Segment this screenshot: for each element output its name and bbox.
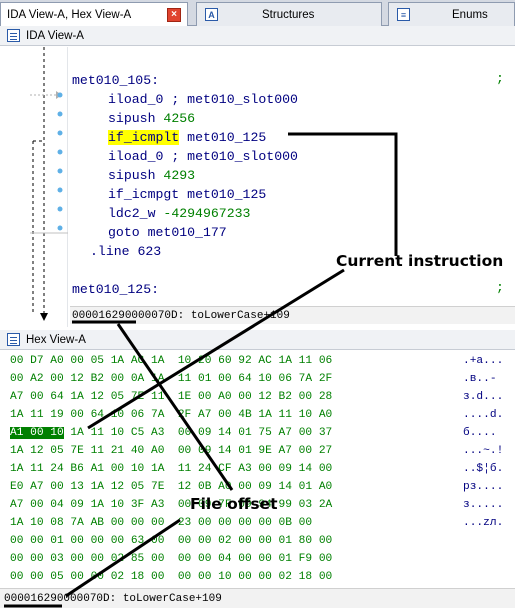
tab-ida-hex-view[interactable]: IDA View-A, Hex View-A ×: [0, 2, 188, 27]
hex-row[interactable]: 00 D7 A0 00 05 1A AC 1A 10 20 60 92 AC 1…: [10, 353, 332, 369]
ida-disassembly-pane[interactable]: met010_105: ; iload_0 ; met010_slot000 s…: [0, 47, 515, 327]
ascii-column: ...zл.: [463, 517, 504, 529]
ida-location: 0000070D: toLowerCase+109: [124, 309, 290, 322]
code-label[interactable]: met010_125:: [72, 282, 159, 297]
hex-dump-pane[interactable]: 00 D7 A0 00 05 1A AC 1A 10 20 60 92 AC 1…: [0, 351, 515, 588]
hex-file-offset: 00001629: [4, 592, 57, 605]
tab-bar: IDA View-A, Hex View-A × A Structures ≡ …: [0, 0, 515, 27]
hex-row[interactable]: 1A 11 24 B6 A1 00 10 1A 11 24 CF A3 00 0…: [10, 461, 332, 477]
flow-arrows-gutter: [0, 47, 68, 327]
code-line[interactable]: if_icmpgt met010_125: [108, 185, 266, 204]
ascii-column: ....d.: [463, 409, 504, 421]
hex-row[interactable]: 00 00 03 00 00 02 85 00 00 00 04 00 00 0…: [10, 551, 332, 567]
opcode: goto: [108, 225, 140, 240]
comment-marker: ;: [496, 280, 504, 295]
hex-row[interactable]: 1A 11 19 00 64 10 06 7A 2F A7 00 4B 1A 1…: [10, 407, 332, 423]
line-directive: .line 623: [90, 242, 161, 261]
hex-view-title: Hex View-A: [26, 333, 86, 346]
ascii-column: рз....: [463, 481, 504, 493]
operand[interactable]: met010_177: [148, 225, 227, 240]
code-line[interactable]: iload_0 ; met010_slot000: [108, 147, 298, 166]
operand[interactable]: met010_125: [187, 130, 266, 145]
file-offset-callout: File offset: [190, 495, 278, 513]
current-instruction-callout: Current instruction: [336, 252, 504, 270]
directive-text: .line 623: [90, 244, 162, 259]
ascii-column: з.....: [463, 499, 504, 511]
hex-row-rest: 1A 11 10 C5 A3 00 09 14 01 75 A7 00 37: [63, 427, 333, 439]
opcode: sipush: [108, 168, 156, 183]
operand: 4256: [163, 111, 196, 126]
comment-marker: ;: [496, 71, 504, 86]
ascii-column: б....: [463, 427, 497, 439]
hex-status-bar: 00001629 0000070D: toLowerCase+109: [0, 588, 515, 608]
flow-arrows: [30, 47, 68, 321]
hex-row[interactable]: 00 00 05 00 00 02 18 00 00 00 10 00 00 0…: [10, 569, 332, 585]
hex-row-current[interactable]: A1 00 10 1A 11 10 C5 A3 00 09 14 01 75 A…: [10, 425, 332, 441]
opcode: iload_0: [108, 149, 164, 164]
operand: 4293: [163, 168, 196, 183]
ascii-column: ..$¦б.: [463, 463, 504, 475]
hex-row[interactable]: A7 00 04 09 1A 10 3F A3 00 09 7F 09 94 9…: [10, 497, 332, 513]
hex-row[interactable]: 1A 10 08 7A AB 00 00 00 23 00 00 00 00 0…: [10, 515, 312, 531]
ida-view-title: IDA View-A: [26, 29, 84, 42]
hex-view-header: Hex View-A: [0, 330, 515, 350]
ida-view-icon: [7, 29, 20, 42]
opcode: sipush: [108, 111, 156, 126]
ida-file-offset: 00001629: [72, 309, 125, 322]
ida-view-header: IDA View-A: [0, 26, 515, 46]
tab-enums-label: Enums: [452, 8, 488, 21]
hex-row[interactable]: 00 00 01 00 00 00 63 00 00 00 02 00 00 0…: [10, 533, 332, 549]
code-line[interactable]: sipush 4293: [108, 166, 195, 185]
hex-location: 0000070D: toLowerCase+109: [56, 592, 222, 605]
line-comment: ; met010_slot000: [171, 149, 298, 164]
code-line[interactable]: ldc2_w -4294967233: [108, 204, 250, 223]
hex-row[interactable]: 1A 12 05 7E 11 21 40 A0 00 09 14 01 9E A…: [10, 443, 332, 459]
ida-status-bar: 00001629 0000070D: toLowerCase+109: [70, 306, 515, 324]
code-line[interactable]: iload_0 ; met010_slot000: [108, 90, 298, 109]
opcode: iload_0: [108, 92, 164, 107]
hex-row[interactable]: A7 00 64 1A 12 05 7E 11 1E 00 A0 00 12 B…: [10, 389, 332, 405]
line-comment: ; met010_slot000: [171, 92, 298, 107]
ascii-column: ...~.!: [463, 445, 504, 457]
current-opcode: if_icmplt: [108, 130, 180, 145]
code-line[interactable]: sipush 4256: [108, 109, 195, 128]
code-label-line[interactable]: met010_125:: [72, 280, 159, 299]
ascii-column: .+a...: [463, 355, 504, 367]
tab-structures[interactable]: A Structures: [196, 2, 382, 26]
hex-row[interactable]: E0 A7 00 13 1A 12 05 7E 12 0B A0 00 09 1…: [10, 479, 332, 495]
ascii-column: з.d...: [463, 391, 504, 403]
code-line[interactable]: goto met010_177: [108, 223, 227, 242]
tab-ida-hex-view-label: IDA View-A, Hex View-A: [7, 9, 132, 21]
hex-view-icon: [7, 333, 20, 346]
enums-icon: ≡: [397, 8, 410, 21]
opcode: if_icmpgt: [108, 187, 180, 202]
ascii-column: .в..-: [463, 373, 497, 385]
tab-enums[interactable]: ≡ Enums: [388, 2, 515, 26]
tab-structures-label: Structures: [262, 8, 315, 21]
opcode: ldc2_w: [108, 206, 156, 221]
code-label-line[interactable]: met010_105:: [72, 71, 159, 90]
code-label[interactable]: met010_105:: [72, 73, 159, 88]
current-instruction-line[interactable]: if_icmplt met010_125: [108, 128, 266, 147]
close-icon[interactable]: ×: [167, 8, 181, 22]
selected-bytes[interactable]: A1 00 10: [10, 427, 64, 439]
operand[interactable]: met010_125: [187, 187, 266, 202]
structures-icon: A: [205, 8, 218, 21]
hex-row[interactable]: 00 A2 00 12 B2 00 0A 1A 11 01 00 64 10 0…: [10, 371, 332, 387]
operand: -4294967233: [163, 206, 251, 221]
